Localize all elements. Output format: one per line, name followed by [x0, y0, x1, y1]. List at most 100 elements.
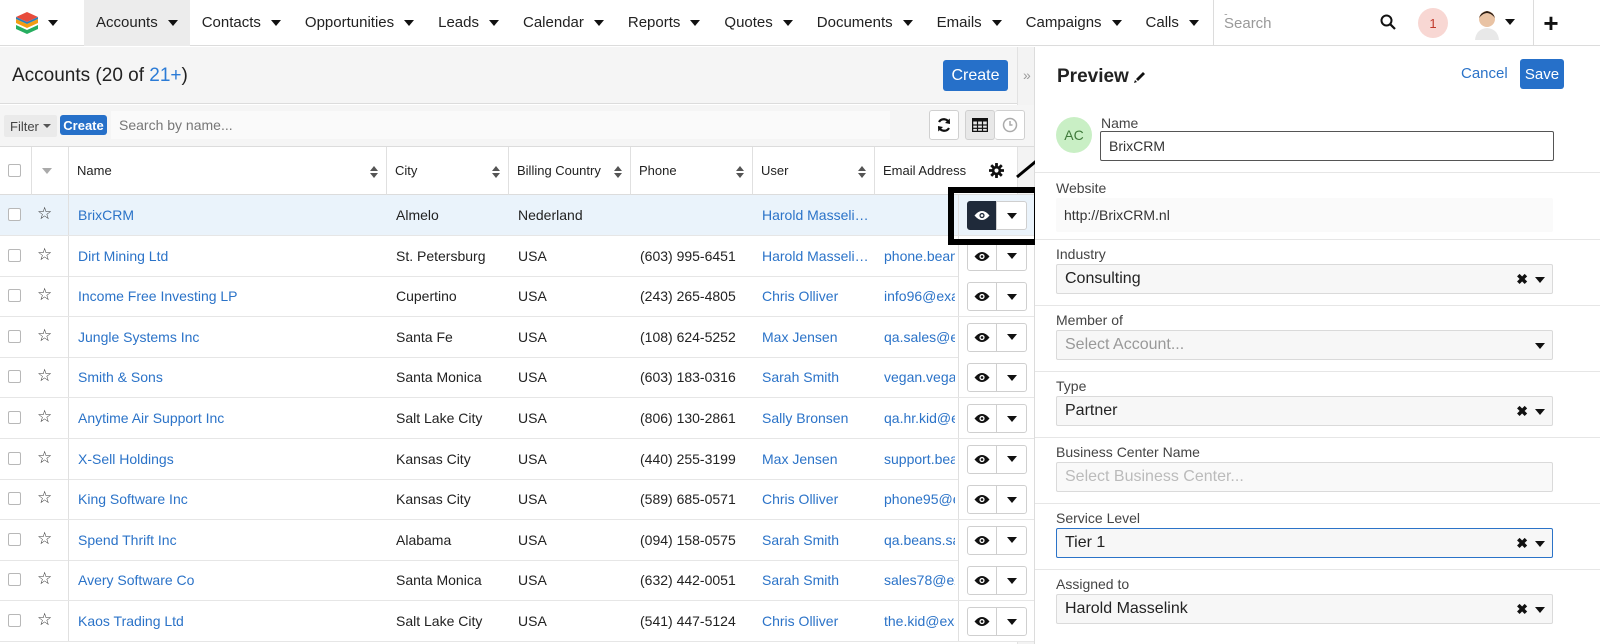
column-header-email-address[interactable]: Email Address	[875, 147, 966, 195]
global-search-input[interactable]	[1224, 14, 1374, 32]
website-field[interactable]: http://BrixCRM.nl	[1056, 198, 1553, 232]
nav-item-quotes[interactable]: Quotes	[712, 0, 804, 46]
cell-name[interactable]: Dirt Mining Ltd	[78, 236, 384, 276]
nav-item-emails[interactable]: Emails	[925, 0, 1014, 46]
row-checkbox[interactable]	[8, 248, 21, 262]
cell-name[interactable]: X-Sell Holdings	[78, 439, 384, 479]
cell-email-address[interactable]: qa.sales@ex	[884, 317, 955, 357]
preview-button[interactable]	[967, 566, 997, 596]
clear-icon[interactable]: ✖	[1516, 601, 1528, 618]
chevron-down-icon[interactable]	[1535, 607, 1545, 613]
star-icon[interactable]: ☆	[37, 529, 52, 549]
cell-email-address[interactable]: qa.beans.sa	[884, 520, 955, 560]
refresh-button[interactable]	[929, 110, 959, 140]
column-header-city[interactable]: City	[387, 147, 509, 195]
list-view-toggle[interactable]	[965, 110, 995, 140]
nav-item-accounts[interactable]: Accounts	[84, 0, 190, 46]
chevron-down-icon[interactable]	[270, 19, 281, 26]
sort-icon[interactable]	[370, 166, 378, 178]
filter-create-button[interactable]: Create	[60, 115, 107, 135]
column-header-user[interactable]: User	[753, 147, 875, 195]
nav-item-documents[interactable]: Documents	[805, 0, 925, 46]
cell-user[interactable]: Chris Olliver	[762, 479, 872, 519]
nav-item-reports[interactable]: Reports	[616, 0, 713, 46]
cell-name[interactable]: Anytime Air Support Inc	[78, 398, 384, 438]
clear-icon[interactable]: ✖	[1516, 403, 1528, 420]
table-row[interactable]: ☆ Income Free Investing LP Cupertino USA (24…	[0, 276, 1034, 318]
cell-user[interactable]: Sarah Smith	[762, 357, 872, 397]
save-button[interactable]: Save	[1520, 59, 1564, 89]
cell-user[interactable]: Max Jensen	[762, 317, 872, 357]
row-checkbox[interactable]	[8, 614, 21, 627]
sort-icon[interactable]	[858, 166, 866, 178]
row-checkbox[interactable]	[8, 532, 21, 546]
star-icon[interactable]: ☆	[37, 610, 52, 630]
preview-button[interactable]	[967, 282, 997, 312]
assigned-to-select[interactable]: Harold Masselink ✖	[1056, 594, 1553, 624]
cell-user[interactable]: Harold Masseli…	[762, 236, 872, 276]
plus-icon[interactable]: +	[1533, 0, 1568, 46]
chevron-down-icon[interactable]	[1535, 277, 1545, 283]
row-actions-dropdown[interactable]	[996, 363, 1027, 393]
chevron-down-icon[interactable]	[404, 19, 415, 26]
cell-email-address[interactable]: sales78@ex	[884, 560, 955, 600]
row-checkbox[interactable]	[8, 370, 21, 384]
nav-item-opportunities[interactable]: Opportunities	[293, 0, 426, 46]
gear-icon[interactable]	[988, 163, 1004, 178]
sort-icon[interactable]	[736, 166, 744, 178]
notification-badge[interactable]: 1	[1418, 8, 1448, 38]
cell-email-address[interactable]: phone.bean	[884, 236, 955, 276]
cell-email-address[interactable]: support.bea	[884, 439, 955, 479]
cell-user[interactable]: Sarah Smith	[762, 520, 872, 560]
star-icon[interactable]: ☆	[37, 569, 52, 589]
row-actions-dropdown[interactable]	[996, 322, 1027, 352]
star-icon[interactable]: ☆	[37, 448, 52, 468]
cell-name[interactable]: Kaos Trading Ltd	[78, 601, 384, 641]
cell-user[interactable]: Harold Masseli…	[762, 195, 872, 235]
row-checkbox[interactable]	[8, 329, 21, 343]
chevron-down-icon[interactable]	[1188, 19, 1199, 26]
column-header-name[interactable]: Name	[69, 147, 387, 195]
cell-name[interactable]: Jungle Systems Inc	[78, 317, 384, 357]
table-row[interactable]: ☆ Smith & Sons Santa Monica USA (603) 183-03…	[0, 357, 1034, 399]
app-logo[interactable]	[0, 0, 84, 46]
cell-user[interactable]: Max Jensen	[762, 439, 872, 479]
chevron-down-icon[interactable]	[1535, 409, 1545, 415]
cell-user[interactable]: Chris Olliver	[762, 601, 872, 641]
preview-button[interactable]	[967, 485, 997, 515]
star-icon[interactable]: ☆	[37, 285, 52, 305]
row-actions-dropdown[interactable]	[996, 282, 1027, 312]
user-avatar[interactable]	[1472, 6, 1502, 40]
cell-name[interactable]: BrixCRM	[78, 195, 384, 235]
chevron-down-icon[interactable]	[167, 19, 178, 26]
type-select[interactable]: Partner ✖	[1056, 396, 1553, 426]
nav-item-contacts[interactable]: Contacts	[190, 0, 293, 46]
chevron-down-icon[interactable]	[690, 19, 701, 26]
star-icon[interactable]: ☆	[37, 488, 52, 508]
star-icon[interactable]: ☆	[37, 326, 52, 346]
star-icon[interactable]: ☆	[37, 407, 52, 427]
chevron-down-icon[interactable]	[1535, 343, 1545, 349]
row-actions-dropdown[interactable]	[996, 404, 1027, 433]
row-actions-dropdown[interactable]	[996, 485, 1027, 515]
column-header-phone[interactable]: Phone	[631, 147, 753, 195]
row-checkbox[interactable]	[8, 451, 21, 465]
cell-email-address[interactable]: qa.hr.kid@e	[884, 398, 955, 438]
row-checkbox[interactable]	[8, 208, 21, 221]
cell-name[interactable]: Smith & Sons	[78, 357, 384, 397]
member-of-select[interactable]: Select Account...	[1056, 330, 1553, 360]
total-count-link[interactable]: 21+	[149, 65, 181, 86]
table-row[interactable]: ☆ King Software Inc Kansas City USA (589) 68…	[0, 479, 1034, 521]
table-row[interactable]: ☆ Kaos Trading Ltd Salt Lake City USA (541) …	[0, 601, 1034, 642]
cell-email-address[interactable]: the.kid@exa	[884, 601, 955, 641]
nav-item-leads[interactable]: Leads	[426, 0, 511, 46]
table-row[interactable]: ☆ BrixCRM Almelo Nederland Harold Masseli…	[0, 195, 1034, 236]
chevron-down-icon[interactable]	[991, 19, 1002, 26]
sort-icon[interactable]	[492, 166, 500, 178]
chevron-down-icon[interactable]	[902, 19, 913, 26]
chevron-down-icon[interactable]	[1111, 19, 1122, 26]
star-icon[interactable]: ☆	[37, 366, 52, 386]
preview-button[interactable]	[967, 525, 997, 555]
row-actions-dropdown[interactable]	[996, 525, 1027, 555]
row-actions-dropdown[interactable]	[996, 607, 1027, 636]
